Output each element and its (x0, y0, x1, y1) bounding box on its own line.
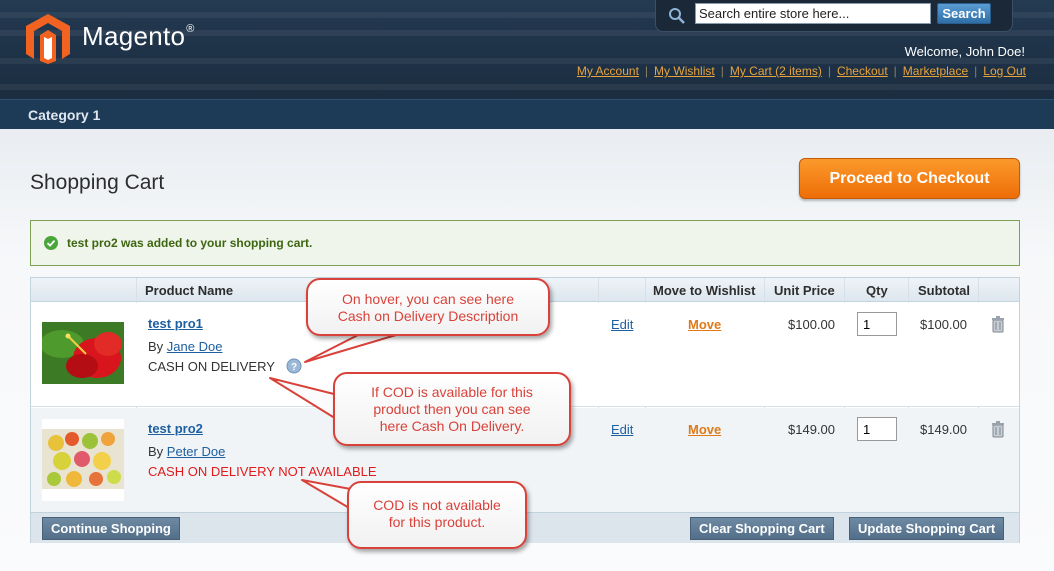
header-subtotal: Subtotal (918, 283, 970, 298)
search-input[interactable] (695, 3, 931, 24)
logo-text: Magento® (82, 20, 195, 51)
search-button[interactable]: Search (937, 3, 991, 24)
continue-shopping-button[interactable]: Continue Shopping (42, 517, 180, 540)
product-name-link[interactable]: test pro2 (148, 421, 203, 436)
product-name-link[interactable]: test pro1 (148, 316, 203, 331)
header-qty: Qty (866, 283, 888, 298)
edit-link[interactable]: Edit (611, 317, 633, 332)
welcome-message: Welcome, John Doe! (904, 44, 1025, 59)
account-links: My Account | My Wishlist | My Cart (2 items)… (576, 64, 1026, 78)
remove-item-icon[interactable] (990, 420, 1006, 438)
header-unit-price: Unit Price (774, 283, 835, 298)
my-cart-link[interactable]: My Cart (2 items) (730, 64, 822, 78)
unit-price: $100.00 (788, 317, 835, 332)
success-text: test pro2 was added to your shopping car… (67, 236, 313, 250)
clear-shopping-cart-button[interactable]: Clear Shopping Cart (690, 517, 834, 540)
subtotal: $100.00 (920, 317, 967, 332)
store-logo[interactable]: Magento® (26, 14, 195, 64)
marketplace-link[interactable]: Marketplace (903, 64, 968, 78)
category-nav: Category 1 (0, 99, 1054, 129)
logout-link[interactable]: Log Out (983, 64, 1026, 78)
site-header: Magento® Search Welcome, John Doe! My Ac… (0, 0, 1054, 99)
help-icon[interactable]: ? (286, 358, 302, 374)
success-message: test pro2 was added to your shopping car… (30, 220, 1020, 266)
seller-line: By Peter Doe (148, 444, 226, 459)
move-to-wishlist-link[interactable]: Move (688, 422, 721, 437)
checkmark-icon (44, 236, 58, 250)
product-image-flower[interactable] (42, 314, 124, 396)
product-image-candies[interactable] (42, 419, 124, 501)
unit-price: $149.00 (788, 422, 835, 437)
callout-hover-description: On hover, you can see here Cash on Deliv… (306, 278, 550, 336)
callout-cod-available: If COD is available for this product the… (333, 372, 571, 446)
qty-input[interactable] (857, 312, 897, 336)
cod-status-unavailable: CASH ON DELIVERY NOT AVAILABLE (148, 464, 377, 479)
my-wishlist-link[interactable]: My Wishlist (654, 64, 715, 78)
my-account-link[interactable]: My Account (577, 64, 639, 78)
seller-link[interactable]: Jane Doe (167, 339, 223, 354)
seller-line: By Jane Doe (148, 339, 223, 354)
page-title: Shopping Cart (30, 171, 165, 194)
edit-link[interactable]: Edit (611, 422, 633, 437)
proceed-to-checkout-button[interactable]: Proceed to Checkout (799, 158, 1020, 199)
update-shopping-cart-button[interactable]: Update Shopping Cart (849, 517, 1005, 540)
callout-cod-not-available: COD is not available for this product. (347, 481, 527, 549)
search-bar: Search (655, 0, 1013, 32)
search-icon (669, 8, 685, 24)
remove-item-icon[interactable] (990, 315, 1006, 333)
magento-logo-icon (26, 14, 70, 64)
header-product-name: Product Name (145, 283, 234, 298)
main-content: Shopping Cart Proceed to Checkout test p… (0, 129, 1054, 571)
seller-link[interactable]: Peter Doe (167, 444, 226, 459)
nav-item-category-1[interactable]: Category 1 (28, 107, 100, 123)
checkout-link[interactable]: Checkout (837, 64, 888, 78)
cod-status: CASH ON DELIVERY (148, 359, 275, 374)
header-move-to-wishlist: Move to Wishlist (653, 283, 756, 298)
qty-input[interactable] (857, 417, 897, 441)
svg-text:?: ? (291, 362, 297, 373)
move-to-wishlist-link[interactable]: Move (688, 317, 721, 332)
subtotal: $149.00 (920, 422, 967, 437)
